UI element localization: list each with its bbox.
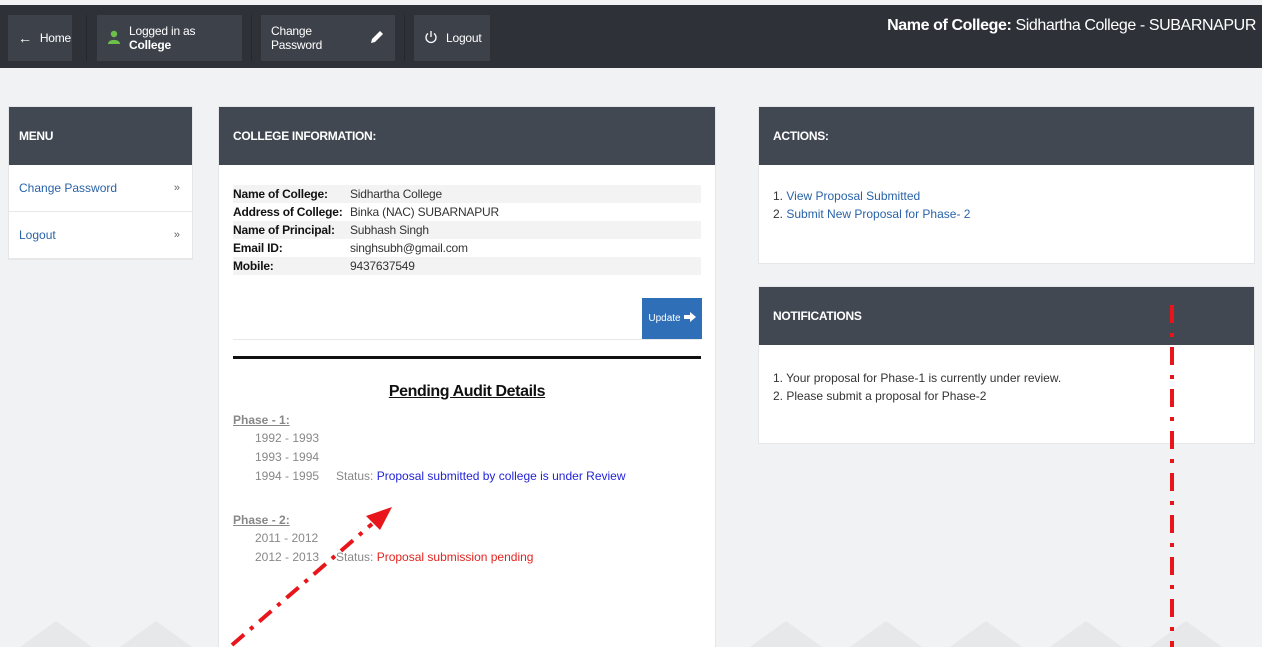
field-value: Binka (NAC) SUBARNAPUR: [350, 205, 499, 219]
year-range: 1994 - 1995: [255, 469, 320, 483]
menu-item-change-password[interactable]: Change Password »: [9, 165, 192, 212]
table-row: Address of College: Binka (NAC) SUBARNAPU…: [233, 203, 701, 221]
pencil-icon: [369, 29, 385, 48]
change-password-button[interactable]: Change Password: [261, 15, 395, 61]
update-button[interactable]: Update: [642, 298, 702, 339]
notifications-list: 1. Your proposal for Phase-1 is currentl…: [773, 369, 1061, 405]
field-label: Email ID:: [233, 241, 283, 255]
section-divider: [233, 356, 701, 359]
list-item: 2. Submit New Proposal for Phase- 2: [773, 207, 971, 221]
actions-list: 1. View Proposal Submitted 2. Submit New…: [773, 187, 970, 223]
field-value: Sidhartha College: [350, 187, 442, 201]
status-prefix: Status:: [336, 469, 374, 483]
notification-text: Please submit a proposal for Phase-2: [786, 389, 987, 403]
logout-label: Logout: [446, 31, 482, 45]
college-info-table: Name of College: Sidhartha College Addres…: [233, 185, 701, 275]
field-label: Name of College:: [233, 187, 328, 201]
nav-divider: [404, 15, 405, 61]
year-range: 2011 - 2012: [255, 531, 319, 545]
year-range: 1993 - 1994: [255, 450, 320, 464]
submit-proposal-link[interactable]: Submit New Proposal for Phase- 2: [786, 207, 970, 221]
table-row: Name of College: Sidhartha College: [233, 185, 701, 203]
college-info-panel: COLLEGE INFORMATION: Name of College: Sid…: [218, 106, 716, 647]
change-password-label: Change Password: [271, 24, 323, 52]
menu-item-label: Change Password: [19, 181, 118, 195]
arrow-left-icon: ←: [18, 30, 32, 46]
actions-title: ACTIONS:: [759, 107, 1254, 165]
update-label: Update: [648, 313, 681, 324]
home-button[interactable]: ← Home: [8, 15, 72, 61]
field-value: singhsubh@gmail.com: [350, 241, 468, 255]
field-value: 9437637549: [350, 259, 415, 273]
list-item: 1. View Proposal Submitted: [773, 189, 921, 203]
field-label: Address of College:: [233, 205, 343, 219]
menu-item-logout[interactable]: Logout »: [9, 212, 192, 259]
table-row: Mobile: 9437637549: [233, 257, 701, 275]
nav-divider: [251, 15, 252, 61]
field-label: Mobile:: [233, 259, 274, 273]
year-range: 1992 - 1993: [255, 431, 320, 445]
logout-button[interactable]: Logout: [414, 15, 490, 61]
notification-text: Your proposal for Phase-1 is currently u…: [786, 371, 1062, 385]
notifications-panel: NOTIFICATIONS 1. Your proposal for Phase…: [758, 286, 1255, 444]
table-row: Name of Principal: Subhash Singh: [233, 221, 701, 239]
menu-title: MENU: [9, 107, 192, 165]
phase-1-label: Phase - 1:: [233, 413, 290, 427]
phase-1-status: Status: Proposal submitted by college is…: [336, 469, 626, 483]
status-text: Proposal submitted by college is under R…: [376, 469, 626, 483]
field-value: Subhash Singh: [350, 223, 429, 237]
menu-panel: MENU Change Password » Logout »: [8, 106, 193, 260]
list-item: 2. Please submit a proposal for Phase-2: [773, 389, 987, 403]
nav-divider: [86, 15, 87, 61]
phase-2-status: Status: Proposal submission pending: [336, 550, 533, 564]
college-info-title: COLLEGE INFORMATION:: [219, 107, 715, 165]
status-prefix: Status:: [336, 550, 374, 564]
college-name-heading: Name of College: Sidhartha College - SUB…: [887, 17, 1256, 34]
user-icon: [107, 30, 121, 47]
divider: [233, 339, 701, 340]
actions-panel: ACTIONS: 1. View Proposal Submitted 2. S…: [758, 106, 1255, 264]
table-row: Email ID: singhsubh@gmail.com: [233, 239, 701, 257]
logged-in-badge: Logged in as College: [97, 15, 242, 61]
pending-audit-title: Pending Audit Details: [388, 383, 546, 400]
notifications-title: NOTIFICATIONS: [759, 287, 1254, 345]
menu-item-label: Logout: [19, 228, 56, 242]
chevron-right-icon: »: [173, 182, 180, 194]
list-item: 1. Your proposal for Phase-1 is currentl…: [773, 371, 1062, 385]
logged-in-text: Logged in as College: [129, 24, 196, 52]
field-label: Name of Principal:: [233, 223, 335, 237]
phase-2-label: Phase - 2:: [233, 513, 290, 527]
power-icon: [424, 30, 438, 47]
view-proposal-link[interactable]: View Proposal Submitted: [786, 189, 920, 203]
status-text: Proposal submission pending: [376, 550, 534, 564]
chevron-right-icon: »: [173, 229, 180, 241]
year-range: 2012 - 2013: [255, 550, 320, 564]
arrow-right-icon: [683, 312, 696, 325]
top-navbar: ← Home Logged in as College Change Passw…: [0, 5, 1262, 68]
home-label: Home: [39, 31, 72, 45]
